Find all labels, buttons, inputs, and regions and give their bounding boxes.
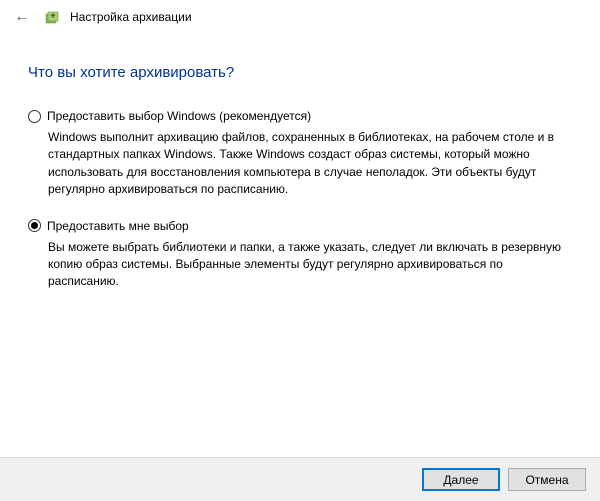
option-windows-choice: Предоставить выбор Windows (рекомендуетс…	[28, 109, 572, 199]
radio-icon	[28, 110, 41, 123]
option-description: Windows выполнит архивацию файлов, сохра…	[48, 129, 572, 199]
radio-my-choice[interactable]: Предоставить мне выбор	[28, 219, 572, 233]
window-title: Настройка архивации	[70, 10, 192, 24]
radio-icon	[28, 219, 41, 232]
radio-windows-choice[interactable]: Предоставить выбор Windows (рекомендуетс…	[28, 109, 572, 123]
option-my-choice: Предоставить мне выбор Вы можете выбрать…	[28, 219, 572, 291]
back-arrow-icon[interactable]: ←	[10, 6, 34, 28]
option-label: Предоставить мне выбор	[47, 219, 189, 233]
cancel-button[interactable]: Отмена	[508, 468, 586, 491]
page-heading: Что вы хотите архивировать?	[28, 64, 572, 81]
backup-icon	[44, 9, 60, 25]
option-description: Вы можете выбрать библиотеки и папки, а …	[48, 239, 572, 291]
next-button[interactable]: Далее	[422, 468, 500, 491]
footer-bar: Далее Отмена	[0, 457, 600, 501]
option-label: Предоставить выбор Windows (рекомендуетс…	[47, 109, 311, 123]
